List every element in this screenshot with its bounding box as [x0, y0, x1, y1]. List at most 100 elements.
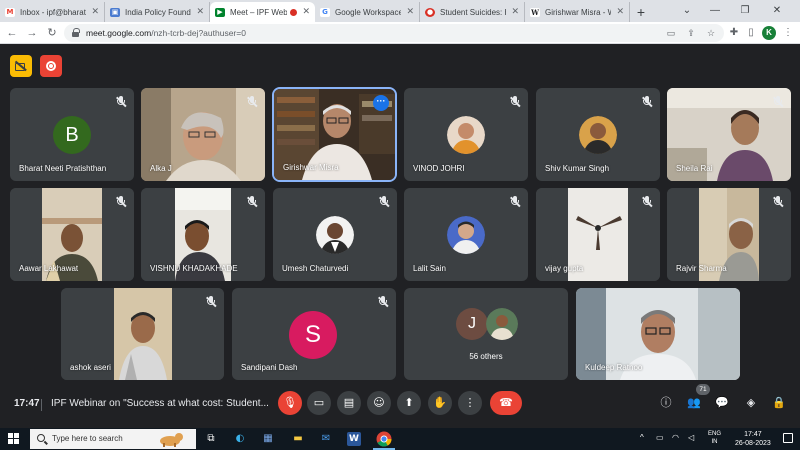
participant-tile[interactable]: Alka J [141, 88, 265, 181]
task-view-icon[interactable]: ⧉ [203, 431, 219, 447]
participant-tile[interactable]: B Bharat Neeti Pratishthan [10, 88, 134, 181]
edge-browser-icon[interactable]: ◐ [232, 431, 248, 447]
tab-title: Inbox - ipf@bharatne [20, 7, 86, 17]
lock-icon [72, 28, 80, 37]
browser-menu-icon[interactable]: ⋮ [780, 25, 796, 41]
participant-tile[interactable]: VISHNU KHADAKHADE [141, 188, 265, 281]
recording-indicator-icon [290, 8, 297, 16]
restore-button[interactable]: ❐ [730, 0, 760, 22]
people-icon[interactable]: 👥 [685, 394, 703, 412]
participant-name: VINOD JOHRI [413, 164, 465, 173]
avatar [579, 116, 617, 154]
captions-button[interactable]: ▤ [337, 391, 361, 415]
participant-tile[interactable]: Sheila Rai [667, 88, 791, 181]
camera-permission-icon[interactable]: ▭ [664, 26, 678, 40]
site-icon: ● [425, 8, 435, 17]
microsoft-store-icon[interactable]: ▦ [260, 431, 276, 447]
volume-icon[interactable]: ◁ [688, 433, 694, 442]
tab-search-chevron-icon[interactable]: ⌄ [672, 0, 702, 22]
url-input[interactable]: meet.google.com/nzh-tcrb-dej?authuser=0 … [64, 24, 724, 42]
browser-tab-bar: M Inbox - ipf@bharatne ✕ ▣ India Policy … [0, 0, 800, 22]
participant-tile[interactable]: Aawar Lakhawat [10, 188, 134, 281]
participant-tile-active-speaker[interactable]: ··· Girishwar Misra [274, 89, 395, 180]
google-icon: G [320, 8, 330, 17]
close-window-button[interactable]: ✕ [762, 0, 792, 22]
avatar [447, 116, 485, 154]
word-icon[interactable]: W [347, 432, 361, 446]
participant-tile[interactable]: ashok aseri [61, 288, 224, 380]
close-tab-icon[interactable]: ✕ [91, 6, 99, 17]
hand-icon: ✋ [433, 396, 447, 409]
participant-tile[interactable]: Shiv Kumar Singh [536, 88, 660, 181]
tab-gmail[interactable]: M Inbox - ipf@bharatne ✕ [0, 2, 105, 22]
reload-icon[interactable]: ↻ [44, 25, 60, 41]
new-tab-button[interactable]: + [630, 2, 652, 22]
language-code: ENG [708, 431, 722, 437]
participant-name: Kuldeep Ratnoo [585, 363, 643, 372]
participant-name: Bharat Neeti Pratishthan [19, 164, 107, 173]
side-panel-icon[interactable]: ▯ [743, 25, 759, 41]
bookmark-star-icon[interactable]: ☆ [704, 26, 718, 40]
tab-wikipedia[interactable]: W Girishwar Misra - Wiki ✕ [525, 2, 630, 22]
tab-meet[interactable]: ▶ Meet – IPF Webin ✕ [210, 2, 315, 22]
raise-hand-button[interactable]: ✋ [428, 391, 452, 415]
file-explorer-icon[interactable]: ▬ [290, 431, 306, 447]
tab-title: Google Workspace H [335, 7, 401, 17]
camera-warning-button[interactable] [10, 55, 32, 77]
close-tab-icon[interactable]: ✕ [406, 6, 414, 17]
show-hidden-icons-chevron[interactable]: ^ [640, 433, 644, 442]
more-options-button[interactable]: ⋮ [458, 391, 482, 415]
participant-tile[interactable]: Rajvir Sharma [667, 188, 791, 281]
share-icon[interactable]: ⇪ [684, 26, 698, 40]
host-controls-icon[interactable]: 🔒 [770, 394, 788, 412]
notifications-icon[interactable] [783, 433, 793, 443]
avatar [316, 216, 354, 254]
taskbar-search-input[interactable]: Type here to search [30, 429, 196, 449]
meeting-info-icon[interactable]: ⓘ [657, 394, 675, 412]
participant-tile[interactable]: Kuldeep Ratnoo [576, 288, 740, 380]
chat-icon[interactable]: 💬 [713, 394, 731, 412]
mail-icon[interactable]: ✉ [318, 431, 334, 447]
mic-toggle-button[interactable]: 🎙 [278, 391, 302, 415]
gmail-icon: M [5, 8, 15, 17]
minimize-button[interactable]: — [700, 0, 730, 22]
close-tab-icon[interactable]: ✕ [511, 6, 519, 17]
tab-india-policy-foundation[interactable]: ▣ India Policy Foundatio ✕ [105, 2, 210, 22]
camera-toggle-button[interactable]: ▭ [307, 391, 331, 415]
participant-name: Lalit Sain [413, 264, 446, 273]
others-tile[interactable]: J 56 others [404, 288, 568, 380]
more-vert-icon: ⋮ [464, 396, 476, 409]
url-text: meet.google.com/nzh-tcrb-dej?authuser=0 [86, 28, 246, 38]
taskbar-clock[interactable]: 17:47 26-08-2023 [735, 430, 771, 448]
participant-tile[interactable]: Umesh Chaturvedi [273, 188, 397, 281]
activities-icon[interactable]: ◈ [742, 394, 760, 412]
recording-button[interactable] [40, 55, 62, 77]
close-tab-icon[interactable]: ✕ [616, 6, 624, 17]
address-bar: ← → ↻ meet.google.com/nzh-tcrb-dej?authu… [0, 22, 800, 44]
forward-arrow-icon[interactable]: → [24, 25, 40, 41]
close-tab-icon[interactable]: ✕ [302, 6, 310, 17]
more-options-icon[interactable]: ··· [373, 95, 389, 111]
extensions-puzzle-icon[interactable]: ✚ [726, 25, 742, 41]
participant-name: VISHNU KHADAKHADE [150, 264, 238, 273]
participant-tile[interactable]: Lalit Sain [404, 188, 528, 281]
avatar [447, 216, 485, 254]
wifi-icon[interactable]: ◠ [672, 433, 679, 442]
participant-tile[interactable]: VINOD JOHRI [404, 88, 528, 181]
avatar: B [53, 116, 91, 154]
present-button[interactable]: ⬆ [397, 391, 421, 415]
chrome-icon[interactable] [373, 431, 395, 450]
input-language-indicator[interactable]: ENG IN [708, 430, 721, 446]
participant-tile[interactable]: vijay gupta [536, 188, 660, 281]
participant-tile[interactable]: S Sandipani Dash [232, 288, 396, 380]
tab-google-workspace[interactable]: G Google Workspace H ✕ [315, 2, 420, 22]
tab-student-suicides[interactable]: ● Student Suicides: How ✕ [420, 2, 525, 22]
network-icon[interactable]: ▭ [656, 433, 664, 442]
reactions-button[interactable]: ☺ [367, 391, 391, 415]
back-arrow-icon[interactable]: ← [4, 25, 20, 41]
tab-title: Meet – IPF Webin [230, 7, 287, 17]
close-tab-icon[interactable]: ✕ [196, 6, 204, 17]
windows-start-icon[interactable] [8, 433, 20, 445]
leave-call-button[interactable]: ☎ [490, 391, 522, 415]
profile-avatar[interactable]: K [762, 26, 776, 40]
